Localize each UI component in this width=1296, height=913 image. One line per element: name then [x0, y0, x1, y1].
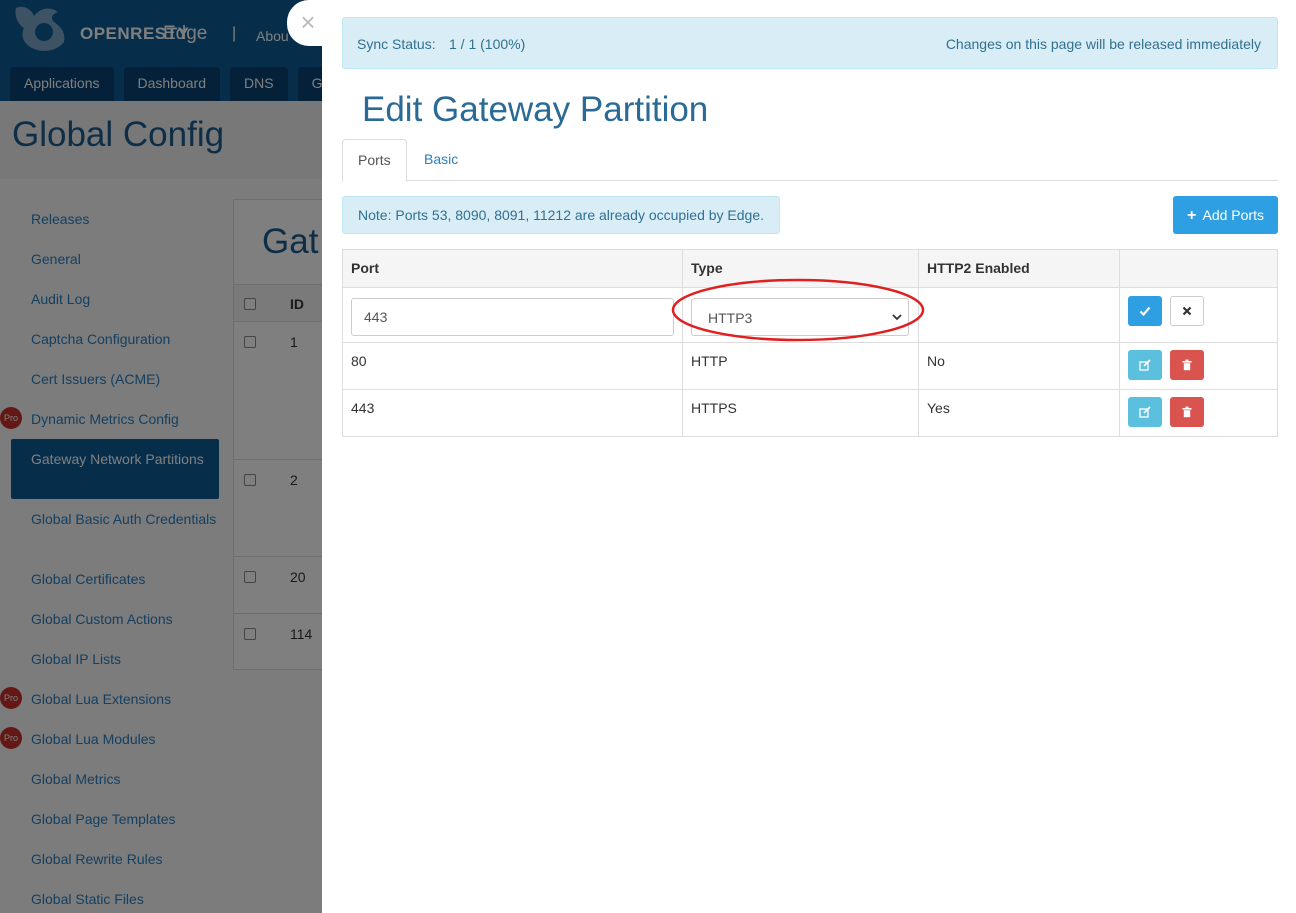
chevron-down-icon	[892, 314, 902, 321]
port-input[interactable]	[351, 298, 674, 336]
trash-icon	[1182, 406, 1192, 418]
delete-row-button[interactable]	[1170, 350, 1204, 380]
cancel-row-button[interactable]	[1170, 296, 1204, 326]
trash-icon	[1182, 359, 1192, 371]
sync-status-label: Sync Status:	[357, 36, 436, 52]
close-icon[interactable]: ×	[297, 8, 319, 36]
add-ports-label: Add Ports	[1202, 207, 1264, 223]
port-cell: 443	[342, 389, 683, 437]
type-select-value: HTTP3	[708, 310, 753, 326]
sync-status-bar: Sync Status: 1 / 1 (100%) Changes on thi…	[342, 17, 1278, 69]
actions-cell	[1119, 342, 1278, 390]
tab-basic[interactable]: Basic	[409, 139, 473, 181]
port-cell: 80	[342, 342, 683, 390]
port-column-header: Port	[342, 249, 683, 288]
add-ports-button[interactable]: + Add Ports	[1173, 196, 1278, 234]
ports-note: Note: Ports 53, 8090, 8091, 11212 are al…	[342, 196, 781, 234]
sync-status-note: Changes on this page will be released im…	[945, 36, 1261, 52]
actions-cell	[1119, 287, 1278, 343]
http2-column-header: HTTP2 Enabled	[918, 249, 1120, 288]
table-row-editing: HTTP3	[342, 287, 1278, 343]
type-cell: HTTP3	[682, 287, 919, 343]
actions-cell	[1119, 389, 1278, 437]
sync-status-value: 1 / 1 (100%)	[449, 36, 526, 52]
delete-row-button[interactable]	[1170, 397, 1204, 427]
edit-icon	[1139, 406, 1151, 418]
edit-row-button[interactable]	[1128, 350, 1162, 380]
save-row-button[interactable]	[1128, 296, 1162, 326]
edit-icon	[1139, 359, 1151, 371]
edit-partition-drawer: Sync Status: 1 / 1 (100%) Changes on thi…	[322, 0, 1296, 913]
ports-table: Port Type HTTP2 Enabled HTTP3	[342, 249, 1278, 437]
http2-cell: No	[918, 342, 1120, 390]
edit-row-button[interactable]	[1128, 397, 1162, 427]
http2-cell	[918, 287, 1120, 343]
table-row: 80 HTTP No	[342, 342, 1278, 390]
tab-ports[interactable]: Ports	[342, 139, 407, 182]
type-cell: HTTPS	[682, 389, 919, 437]
close-icon	[1182, 306, 1192, 316]
type-column-header: Type	[682, 249, 919, 288]
type-select[interactable]: HTTP3	[691, 298, 909, 336]
type-cell: HTTP	[682, 342, 919, 390]
port-cell	[342, 287, 683, 343]
http2-cell: Yes	[918, 389, 1120, 437]
drawer-tabs: Ports Basic	[342, 139, 1278, 182]
drawer-title: Edit Gateway Partition	[362, 90, 709, 129]
plus-icon: +	[1187, 207, 1197, 224]
actions-column-header	[1119, 249, 1278, 288]
check-icon	[1139, 306, 1151, 317]
table-row: 443 HTTPS Yes	[342, 389, 1278, 437]
